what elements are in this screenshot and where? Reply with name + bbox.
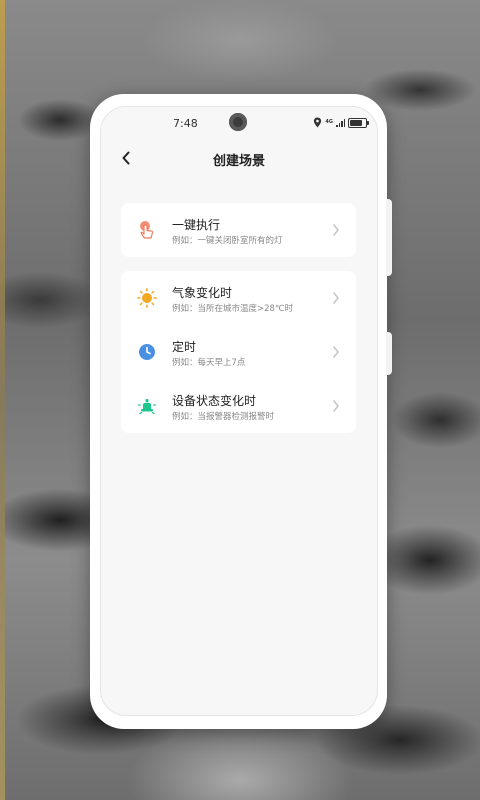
- alarm-device-icon: [137, 399, 157, 415]
- auto-card: 气象变化时 例如：当所在城市温度>28℃时 定时 例如：每天早上7点 设备状态变…: [121, 271, 356, 433]
- battery-fill: [350, 119, 362, 126]
- location-icon: [314, 117, 322, 128]
- signal-icon: [336, 118, 345, 127]
- network-indicator: 4G: [325, 120, 333, 125]
- network-label: 4G: [325, 119, 333, 125]
- option-timer[interactable]: 定时 例如：每天早上7点: [121, 325, 356, 379]
- chevron-right-icon: [333, 292, 339, 304]
- option-subtitle: 例如：当所在城市温度>28℃时: [172, 304, 293, 314]
- status-time: 7:48: [173, 117, 198, 130]
- option-title: 设备状态变化时: [172, 394, 257, 408]
- page-title: 创建场景: [212, 154, 265, 169]
- option-title: 气象变化时: [172, 286, 233, 300]
- chevron-right-icon: [333, 400, 339, 412]
- sun-icon: [137, 288, 157, 308]
- power-button: [386, 332, 392, 375]
- status-bar: 7:48 4G: [101, 107, 377, 139]
- front-camera: [229, 113, 247, 131]
- option-title: 一键执行: [172, 218, 221, 232]
- phone-frame: 7:48 4G 创建场景 一键执行 例如：一键关闭卧室所有的灯 气象变化时 例如…: [90, 94, 392, 729]
- nav-bar: 创建场景: [101, 141, 377, 177]
- chevron-right-icon: [333, 346, 339, 358]
- status-icons: 4G: [313, 117, 369, 128]
- option-subtitle: 例如：当报警器检测报警时: [172, 412, 275, 422]
- option-weather-change[interactable]: 气象变化时 例如：当所在城市温度>28℃时: [121, 271, 356, 325]
- tap-hand-icon: [140, 221, 154, 239]
- option-device-state-change[interactable]: 设备状态变化时 例如：当报警器检测报警时: [121, 379, 356, 433]
- manual-card: 一键执行 例如：一键关闭卧室所有的灯: [121, 203, 356, 257]
- option-title: 定时: [172, 340, 197, 354]
- volume-button: [386, 199, 392, 276]
- battery-icon: [348, 117, 369, 128]
- chevron-right-icon: [333, 224, 339, 236]
- phone-screen: 7:48 4G 创建场景 一键执行 例如：一键关闭卧室所有的灯 气象变化时 例如…: [100, 106, 378, 716]
- option-one-click-execute[interactable]: 一键执行 例如：一键关闭卧室所有的灯: [121, 203, 356, 257]
- option-subtitle: 例如：每天早上7点: [172, 358, 246, 368]
- option-subtitle: 例如：一键关闭卧室所有的灯: [172, 236, 283, 246]
- background-edge: [0, 0, 5, 800]
- clock-icon: [139, 344, 155, 360]
